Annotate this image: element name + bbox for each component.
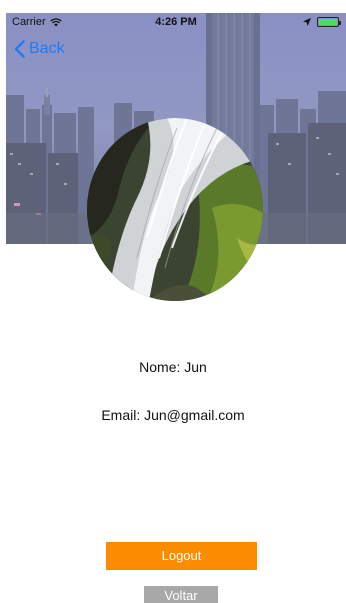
logout-button[interactable]: Logout [106,542,257,570]
status-right [303,17,341,27]
battery-icon [317,17,341,27]
avatar [87,118,263,301]
location-arrow-icon [303,18,311,26]
profile-screen: Carrier 4:26 PM Back Nome: Jun Email: Ju… [0,0,346,603]
profile-email: Email: Jun@gmail.com [101,407,245,423]
battery-level [319,19,337,25]
status-time: 4:26 PM [155,16,197,28]
profile-name: Nome: Jun [139,359,207,375]
chevron-left-icon [14,40,25,58]
back-button-label: Back [29,40,65,57]
voltar-button[interactable]: Voltar [144,586,218,603]
status-bar: Carrier 4:26 PM [6,13,346,33]
back-button[interactable]: Back [14,40,65,58]
